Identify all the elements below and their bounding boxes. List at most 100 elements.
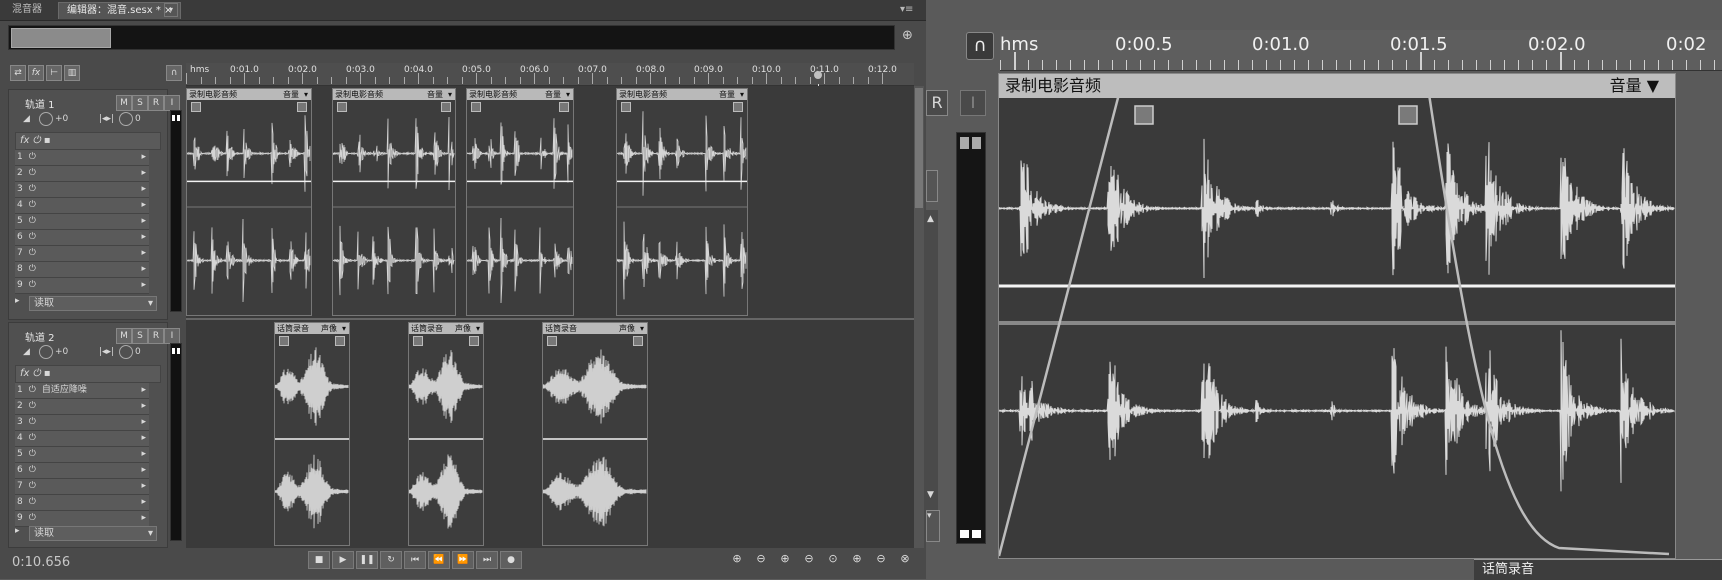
fx-slot[interactable]: 9 ⏻ ▸ xyxy=(15,278,149,294)
audio-clip[interactable]: 话筒录音 声像 ▾ xyxy=(408,322,484,546)
chevron-right-icon[interactable]: ▸ xyxy=(141,447,146,462)
fx-slot[interactable]: 1 ⏻ ▸ xyxy=(15,150,149,166)
chevron-right-icon[interactable]: ▸ xyxy=(141,198,146,213)
scroll-up-icon[interactable]: ▲ xyxy=(927,214,934,224)
volume-knob[interactable] xyxy=(39,112,53,126)
zoom-bottom-clip[interactable]: 话筒录音 xyxy=(1474,559,1722,580)
power-icon[interactable]: ⏻ xyxy=(29,385,42,395)
record-arm-button[interactable]: R xyxy=(148,95,164,111)
fade-out-handle[interactable] xyxy=(297,102,307,112)
overview-bar[interactable] xyxy=(8,25,895,50)
clip-header[interactable]: 录制电影音频 音量 ▾ xyxy=(187,89,311,100)
power-icon[interactable]: ⏻ xyxy=(29,417,42,427)
fx-button[interactable]: fx xyxy=(28,65,44,81)
audio-clip[interactable]: 录制电影音频 音量 ▾ xyxy=(186,88,312,316)
chevron-right-icon[interactable]: ▸ xyxy=(141,495,146,510)
side-scrollbar[interactable]: ▲ ▼ xyxy=(926,210,938,510)
track-1-name[interactable]: 轨道 1 xyxy=(25,96,55,111)
fx-slot[interactable]: 2 ⏻ ▸ xyxy=(15,399,149,415)
fade-out-handle[interactable] xyxy=(441,102,451,112)
fade-out-handle[interactable] xyxy=(1398,105,1418,125)
scrollbar-thumb[interactable] xyxy=(915,88,923,208)
fade-in-handle[interactable] xyxy=(471,102,481,112)
chevron-right-icon[interactable]: ▸ xyxy=(141,383,146,398)
fx-slot[interactable]: 3 ⏻ ▸ xyxy=(15,182,149,198)
chevron-down-icon[interactable]: ▾ xyxy=(640,323,644,334)
panel-menu-icon[interactable]: ▾≡ xyxy=(900,4,913,15)
fade-out-handle[interactable] xyxy=(469,336,479,346)
power-icon[interactable]: ⏻ xyxy=(29,481,42,491)
chevron-right-icon[interactable]: ▸ xyxy=(141,262,146,277)
fx-slot[interactable]: 5 ⏻ ▸ xyxy=(15,214,149,230)
fx-slot[interactable]: 3 ⏻ ▸ xyxy=(15,415,149,431)
solo-button[interactable]: S xyxy=(132,95,148,111)
fx-slot[interactable]: 4 ⏻ ▸ xyxy=(15,431,149,447)
fx-slot[interactable]: 1 ⏻ 自适应降噪 ▸ xyxy=(15,383,149,399)
fx-slot[interactable]: 4 ⏻ ▸ xyxy=(15,198,149,214)
tab-editor[interactable]: 编辑器：混音.sesx * × xyxy=(58,2,182,19)
power-icon[interactable]: ⏻ xyxy=(29,449,42,459)
eq-icon[interactable]: ▥ xyxy=(64,65,80,81)
fx-slot[interactable]: 8 ⏻ ▸ xyxy=(15,495,149,511)
fade-in-handle[interactable] xyxy=(279,336,289,346)
chevron-right-icon[interactable]: ▸ xyxy=(141,230,146,245)
clip-header[interactable]: 录制电影音频 音量 ▾ xyxy=(467,89,573,100)
fade-in-handle[interactable] xyxy=(191,102,201,112)
clip-param[interactable]: 音量 xyxy=(283,89,299,100)
zoom-clip-header[interactable]: 录制电影音频 音量 ▼ xyxy=(999,74,1675,98)
clip-param[interactable]: 音量 xyxy=(719,89,735,100)
preset-icon[interactable]: ▪ xyxy=(44,135,51,146)
pan-knob[interactable] xyxy=(119,112,133,126)
chevron-right-icon[interactable]: ▸ xyxy=(141,511,146,526)
side-scroll-handle[interactable] xyxy=(926,170,938,202)
pause-icon[interactable]: ❚❚ xyxy=(356,551,378,569)
tab-menu-icon[interactable]: ▾ xyxy=(164,3,178,17)
fade-in-handle[interactable] xyxy=(621,102,631,112)
power-icon[interactable]: ⏻ xyxy=(33,135,41,146)
power-icon[interactable]: ⏻ xyxy=(29,232,42,242)
audio-clip[interactable]: 录制电影音频 音量 ▾ xyxy=(332,88,456,316)
fade-in-handle[interactable] xyxy=(337,102,347,112)
power-icon[interactable]: ⏻ xyxy=(29,152,42,162)
preset-icon[interactable]: ▪ xyxy=(44,368,51,379)
skip-start-icon[interactable]: ⏮ xyxy=(404,551,426,569)
chevron-right-icon[interactable]: ▸ xyxy=(141,415,146,430)
fx-slot[interactable]: 7 ⏻ ▸ xyxy=(15,246,149,262)
stop-icon[interactable]: ■ xyxy=(308,551,330,569)
power-icon[interactable]: ⏻ xyxy=(29,513,42,523)
tab-mixer[interactable]: 混音器 xyxy=(4,2,50,18)
fx-rack-header[interactable]: fx ⏻ ▪ xyxy=(15,132,161,150)
loop-icon[interactable]: ↻ xyxy=(380,551,402,569)
scroll-down-icon[interactable]: ▼ xyxy=(927,490,934,500)
record-icon[interactable]: ● xyxy=(500,551,522,569)
skip-end-icon[interactable]: ⏭ xyxy=(476,551,498,569)
mute-button[interactable]: M xyxy=(116,95,132,111)
record-arm-button[interactable]: R xyxy=(148,328,164,344)
fade-in-handle[interactable] xyxy=(547,336,557,346)
input-monitor-button[interactable]: I xyxy=(164,95,180,111)
magnet-icon[interactable]: ∩ xyxy=(966,32,994,60)
zoom-clip-param[interactable]: 音量 ▼ xyxy=(1610,74,1659,98)
clip-header[interactable]: 录制电影音频 音量 ▾ xyxy=(617,89,747,100)
chevron-down-icon[interactable]: ▾ xyxy=(926,510,940,542)
play-icon[interactable]: ▶ xyxy=(332,551,354,569)
fx-slot[interactable]: 9 ⏻ ▸ xyxy=(15,511,149,527)
audio-clip[interactable]: 话筒录音 声像 ▾ xyxy=(542,322,648,546)
power-icon[interactable]: ⏻ xyxy=(29,280,42,290)
fx-slot[interactable]: 6 ⏻ ▸ xyxy=(15,230,149,246)
chevron-right-icon[interactable]: ▸ xyxy=(141,399,146,414)
power-icon[interactable]: ⏻ xyxy=(29,465,42,475)
power-icon[interactable]: ⏻ xyxy=(29,497,42,507)
power-icon[interactable]: ⏻ xyxy=(29,248,42,258)
magnet-icon[interactable]: ∩ xyxy=(166,65,182,81)
chevron-right-icon[interactable]: ▸ xyxy=(141,479,146,494)
chevron-down-icon[interactable]: ▾ xyxy=(476,323,480,334)
audio-clip[interactable]: 录制电影音频 音量 ▾ xyxy=(466,88,574,316)
clip-param[interactable]: 音量 xyxy=(545,89,561,100)
zoom-out-point-icon[interactable]: ⊖ xyxy=(872,551,890,567)
chevron-down-icon[interactable]: ▾ xyxy=(448,89,452,100)
chevron-right-icon[interactable]: ▸ xyxy=(141,246,146,261)
volume-knob[interactable] xyxy=(39,345,53,359)
chevron-down-icon[interactable]: ▾ xyxy=(342,323,346,334)
zoom-in-point-icon[interactable]: ⊕ xyxy=(848,551,866,567)
